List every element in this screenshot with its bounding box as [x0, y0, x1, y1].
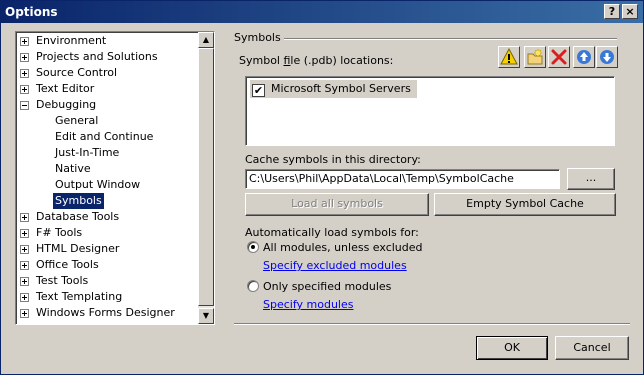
cancel-button[interactable]: Cancel	[555, 336, 629, 360]
move-down-icon[interactable]	[596, 46, 618, 68]
only-specified-label[interactable]: Only specified modules	[263, 280, 391, 293]
options-dialog: Options ? × Environment Projects and Solu…	[0, 0, 644, 375]
expand-icon[interactable]	[20, 85, 29, 94]
tree-item-label: Source Control	[36, 66, 118, 79]
symbol-locations-list[interactable]: ✔ Microsoft Symbol Servers	[245, 76, 615, 146]
tree-item[interactable]: Output Window	[16, 177, 200, 193]
tree-item-label: Edit and Continue	[55, 130, 154, 143]
tree-item[interactable]: Environment	[16, 33, 200, 49]
new-folder-icon[interactable]	[524, 46, 546, 68]
expand-icon[interactable]	[20, 245, 29, 254]
specify-modules-link[interactable]: Specify modules	[263, 298, 353, 311]
tree-item[interactable]: Native	[16, 161, 200, 177]
expand-icon[interactable]	[20, 293, 29, 302]
specify-excluded-modules-link[interactable]: Specify excluded modules	[263, 259, 407, 272]
tree-item-label: Environment	[36, 34, 107, 47]
all-modules-radio[interactable]	[247, 241, 259, 253]
tree-item-label: Output Window	[55, 178, 141, 191]
auto-load-label: Automatically load symbols for:	[245, 226, 419, 239]
tree-item[interactable]: General	[16, 113, 200, 129]
expand-icon[interactable]	[20, 277, 29, 286]
group-divider	[284, 38, 617, 40]
tree-item[interactable]: Test Tools	[16, 273, 200, 289]
tree-item[interactable]: Source Control	[16, 65, 200, 81]
expand-icon[interactable]	[20, 37, 29, 46]
ok-button[interactable]: OK	[476, 336, 548, 360]
expand-icon[interactable]	[20, 261, 29, 270]
warning-icon	[498, 46, 520, 68]
tree-item[interactable]: Text Templating	[16, 289, 200, 305]
help-button[interactable]: ?	[604, 4, 620, 19]
tree-item[interactable]: F# Tools	[16, 225, 200, 241]
tree-item-label: Office Tools	[36, 258, 99, 271]
footer-divider	[234, 323, 630, 325]
tree-item[interactable]: Just-In-Time	[16, 145, 200, 161]
tree-item-label: HTML Designer	[36, 242, 120, 255]
location-checkbox[interactable]: ✔	[252, 84, 265, 97]
tree-item-label: General	[55, 114, 99, 127]
tree-item-label: Symbols	[53, 193, 104, 209]
expand-icon[interactable]	[20, 69, 29, 78]
load-all-symbols-button[interactable]: Load all symbols	[245, 193, 429, 216]
list-item[interactable]: ✔ Microsoft Symbol Servers	[250, 80, 417, 98]
browse-button[interactable]: ...	[567, 168, 615, 190]
title-bar[interactable]: Options ? ×	[1, 1, 643, 23]
tree-item-label: Database Tools	[36, 210, 120, 223]
tree-item-label: Text Templating	[36, 290, 123, 303]
tree-item-label: Text Editor	[36, 82, 95, 95]
expand-icon[interactable]	[20, 213, 29, 222]
locations-label: Symbol file (.pdb) locations:	[239, 54, 394, 67]
options-tree[interactable]: Environment Projects and Solutions Source …	[15, 31, 215, 325]
scroll-thumb[interactable]	[198, 48, 214, 306]
tree-scrollbar[interactable]: ▲ ▼	[198, 32, 214, 324]
tree-item[interactable]: Text Editor	[16, 81, 200, 97]
tree-item[interactable]: Debugging	[16, 97, 200, 113]
tree-item[interactable]: Database Tools	[16, 209, 200, 225]
tree-item-label: Just-In-Time	[55, 146, 120, 159]
tree-item-label: Test Tools	[36, 274, 89, 287]
window-title: Options	[5, 5, 58, 19]
tree-item[interactable]: Edit and Continue	[16, 129, 200, 145]
delete-icon[interactable]	[548, 46, 570, 68]
symbols-group-title: Symbols	[234, 31, 281, 44]
cache-path-input[interactable]: C:\Users\Phil\AppData\Local\Temp\SymbolC…	[245, 169, 560, 189]
empty-symbol-cache-button[interactable]: Empty Symbol Cache	[434, 193, 616, 216]
tree-item-label: Debugging	[36, 98, 97, 111]
move-up-icon[interactable]	[573, 46, 595, 68]
collapse-icon[interactable]	[20, 101, 29, 110]
tree-item-label: F# Tools	[36, 226, 83, 239]
expand-icon[interactable]	[20, 53, 29, 62]
tree-item-label: Projects and Solutions	[36, 50, 158, 63]
tree-item[interactable]: Symbols	[16, 193, 200, 209]
location-label: Microsoft Symbol Servers	[271, 82, 411, 95]
tree-item-label: Windows Forms Designer	[36, 306, 175, 319]
only-specified-radio[interactable]	[247, 280, 259, 292]
tree-item[interactable]: Windows Forms Designer	[16, 305, 200, 321]
expand-icon[interactable]	[20, 309, 29, 318]
expand-icon[interactable]	[20, 229, 29, 238]
tree-item[interactable]: Office Tools	[16, 257, 200, 273]
tree-item[interactable]: Projects and Solutions	[16, 49, 200, 65]
cache-label: Cache symbols in this directory:	[245, 153, 421, 166]
scroll-down-icon[interactable]: ▼	[198, 308, 214, 324]
all-modules-label[interactable]: All modules, unless excluded	[263, 241, 423, 254]
close-button[interactable]: ×	[622, 4, 638, 19]
tree-item-label: Native	[55, 162, 91, 175]
tree-item[interactable]: HTML Designer	[16, 241, 200, 257]
scroll-up-icon[interactable]: ▲	[198, 32, 214, 48]
